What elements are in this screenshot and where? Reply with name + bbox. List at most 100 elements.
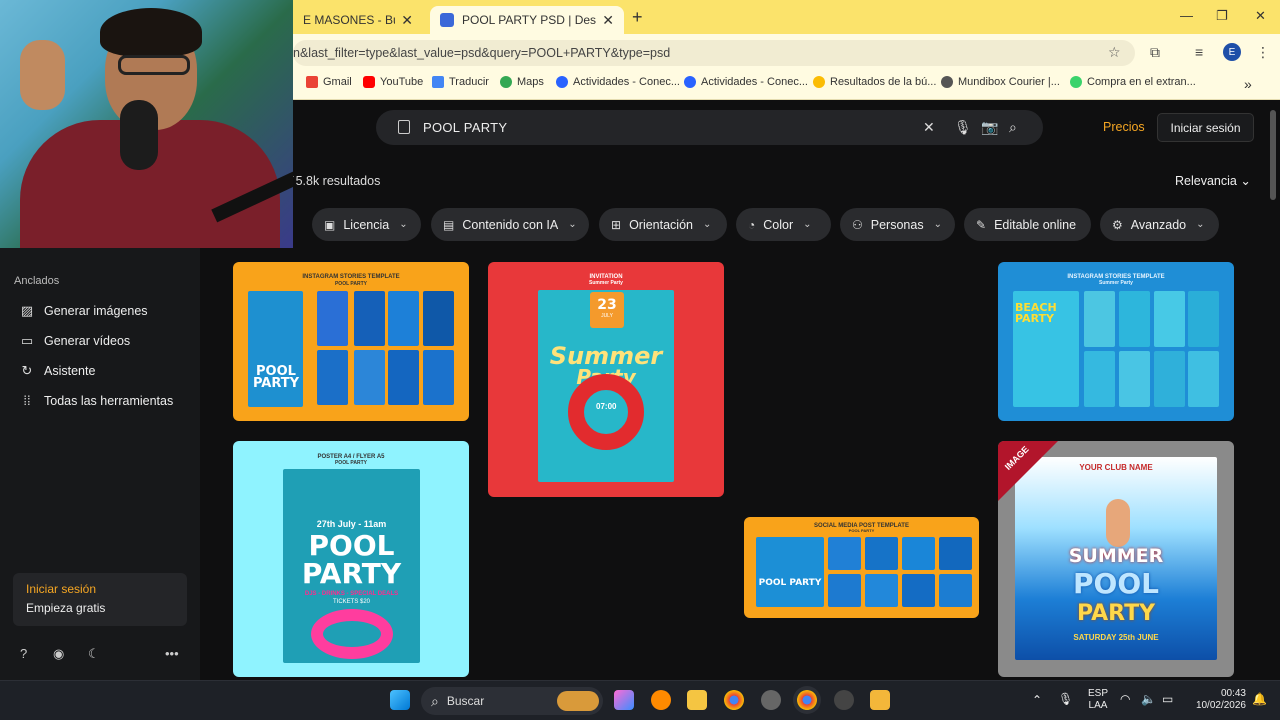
drive-icon	[813, 76, 825, 88]
story-thumbnail	[317, 291, 348, 346]
show-hidden-icons[interactable]: ⌃	[1032, 694, 1042, 706]
post-thumbnail	[939, 537, 972, 570]
result-card-pool-poster[interactable]: POSTER A4 / FLYER A5 POOL PARTY 27th Jul…	[233, 441, 469, 677]
date-badge: 23 JULY	[590, 292, 624, 328]
gmail-icon	[306, 76, 318, 88]
chrome-icon[interactable]	[724, 690, 744, 710]
close-window-icon[interactable]: ✕	[1255, 8, 1266, 24]
filter-color[interactable]: ◔ Color ⌄	[736, 208, 831, 241]
battery-icon[interactable]: ▭	[1162, 693, 1173, 705]
copilot-icon[interactable]	[614, 690, 634, 710]
result-card-instagram-pool[interactable]: INSTAGRAM STORIES TEMPLATE POOL PARTY PO…	[233, 262, 469, 421]
search-icon[interactable]: ⌕	[1009, 119, 1017, 136]
search-app-icon[interactable]	[651, 690, 671, 710]
post-thumbnail	[865, 574, 898, 607]
windows-start-icon[interactable]	[390, 690, 410, 710]
sidebar-item-generate-videos[interactable]: ▭ Generar vídeos	[20, 333, 130, 349]
float-ring	[311, 609, 393, 659]
clear-icon[interactable]: ✕	[923, 119, 935, 136]
card-free-link[interactable]: Empieza gratis	[26, 601, 174, 615]
sidebar-item-assistant[interactable]: ↻ Asistente	[20, 363, 96, 379]
bookmark-youtube[interactable]: YouTube	[363, 76, 423, 88]
extensions-icon[interactable]: ⧉	[1150, 44, 1160, 61]
scrollbar[interactable]	[1270, 110, 1276, 200]
close-tab-icon[interactable]: ✕	[602, 12, 614, 29]
maximize-icon[interactable]: ❐	[1216, 8, 1228, 24]
menu-kebab-icon[interactable]: ⋮	[1256, 44, 1270, 61]
app-icon[interactable]	[870, 690, 890, 710]
pricing-link[interactable]: Precios	[1103, 120, 1145, 134]
filter-ai-content[interactable]: ▤ Contenido con IA ⌄	[431, 208, 589, 241]
translate-icon	[432, 76, 444, 88]
bookmark-activities-2[interactable]: Actividades - Conec...	[684, 76, 808, 88]
result-card-beach-party[interactable]: INSTAGRAM STORIES TEMPLATE Summer Party …	[998, 262, 1234, 421]
notifications-icon[interactable]: 🔔	[1252, 693, 1267, 705]
card-login-link[interactable]: Iniciar sesión	[26, 582, 174, 596]
discord-icon[interactable]: ◉	[53, 646, 64, 662]
microphone-icon[interactable]: 🎙	[1058, 693, 1073, 705]
minimize-icon[interactable]: —	[1180, 8, 1193, 23]
app-icon[interactable]	[761, 690, 781, 710]
bookmark-mundibox[interactable]: Mundibox Courier |...	[941, 76, 1060, 88]
result-card-summer-pool-flyer[interactable]: YOUR CLUB NAME SUMMER POOL PARTY SATURDA…	[998, 441, 1234, 677]
assistant-icon: ↻	[21, 363, 33, 378]
camera-icon[interactable]: 📷	[981, 119, 998, 136]
filter-people[interactable]: ⚇ Personas ⌄	[840, 208, 955, 241]
filter-advanced[interactable]: ⚙ Avanzado ⌄	[1100, 208, 1219, 241]
bookmark-activities-1[interactable]: Actividades - Conec...	[556, 76, 680, 88]
story-thumbnail	[1188, 351, 1219, 407]
wifi-icon[interactable]: ◠	[1120, 693, 1130, 705]
story-thumbnail	[1119, 351, 1150, 407]
search-input[interactable]: POOL PARTY	[423, 120, 507, 135]
tab-inactive[interactable]: E MASONES - Buscar c ✕	[293, 6, 423, 34]
login-button[interactable]: Iniciar sesión	[1157, 113, 1254, 142]
streamer-hair	[100, 8, 202, 56]
story-thumbnail	[1084, 291, 1115, 347]
search-bar[interactable]: POOL PARTY ✕ 🎙 📷 ⌕	[376, 110, 1043, 145]
bookmark-shopping[interactable]: Compra en el extran...	[1070, 76, 1196, 88]
orientation-icon: ⊞	[611, 217, 622, 232]
bookmark-drive-results[interactable]: Resultados de la bú...	[813, 76, 936, 88]
sidebar-login-card[interactable]: Iniciar sesión Empieza gratis	[13, 573, 187, 626]
maps-icon	[500, 76, 512, 88]
sidebar-item-generate-images[interactable]: ▨ Generar imágenes	[20, 303, 148, 319]
chrome-profile-icon[interactable]	[797, 690, 817, 710]
sidebar-item-all-tools[interactable]: ⁞⁞ Todas las herramientas	[20, 393, 173, 408]
result-card-social-pool[interactable]: SOCIAL MEDIA POST TEMPLATE POOL PARTY PO…	[744, 517, 979, 618]
filter-orientation[interactable]: ⊞ Orientación ⌄	[599, 208, 727, 241]
bookmark-translate[interactable]: Traducir	[432, 76, 489, 88]
profile-avatar[interactable]: E	[1223, 43, 1241, 61]
card-headline: POOL PARTY	[252, 364, 300, 391]
media-icon[interactable]: ≡	[1195, 44, 1203, 60]
microphone-icon	[120, 100, 158, 170]
clock[interactable]: 00:43 10/02/2026	[1192, 688, 1246, 712]
chevron-down-icon: ⌄	[1196, 219, 1205, 230]
taskbar-search[interactable]: ⌕ Buscar	[421, 687, 603, 715]
filter-license[interactable]: ▣ Licencia ⌄	[312, 208, 421, 241]
chevron-down-icon: ⌄	[703, 219, 712, 230]
file-explorer-icon[interactable]	[687, 690, 707, 710]
tab-active[interactable]: POOL PARTY PSD | Descarga gr ✕	[430, 6, 624, 34]
dark-mode-icon[interactable]: ☾	[88, 646, 100, 662]
media-player-icon[interactable]	[834, 690, 854, 710]
close-tab-icon[interactable]: ✕	[401, 12, 413, 29]
filter-editable-online[interactable]: ✎ Editable online	[964, 208, 1091, 241]
tab-title: E MASONES - Buscar c	[303, 13, 395, 27]
sort-dropdown[interactable]: Relevancia ⌄	[1175, 173, 1251, 188]
bookmark-maps[interactable]: Maps	[500, 76, 544, 88]
new-tab-icon[interactable]: +	[632, 7, 643, 28]
chevron-down-icon: ⌄	[803, 219, 812, 230]
chevron-down-icon: ⌄	[568, 219, 577, 230]
language-indicator[interactable]: ESP LAA	[1086, 688, 1110, 712]
help-icon[interactable]: ?	[20, 646, 27, 661]
bookmark-star-icon[interactable]: ☆	[1108, 44, 1121, 61]
address-bar[interactable]: n&last_filter=type&last_value=psd&query=…	[293, 40, 1135, 66]
more-bookmarks-icon[interactable]: »	[1244, 76, 1252, 92]
volume-icon[interactable]: 🔈	[1141, 693, 1156, 705]
more-options-icon[interactable]: •••	[165, 646, 179, 661]
microphone-icon[interactable]: 🎙	[954, 119, 972, 136]
people-icon: ⚇	[852, 217, 863, 232]
result-card-summer-invitation[interactable]: INVITATION Summer Party 23 JULY Summer P…	[488, 262, 724, 497]
bookmark-gmail[interactable]: Gmail	[306, 76, 352, 88]
screen: { "browser": { "tabs": [ {"title": "E MA…	[0, 0, 1280, 720]
